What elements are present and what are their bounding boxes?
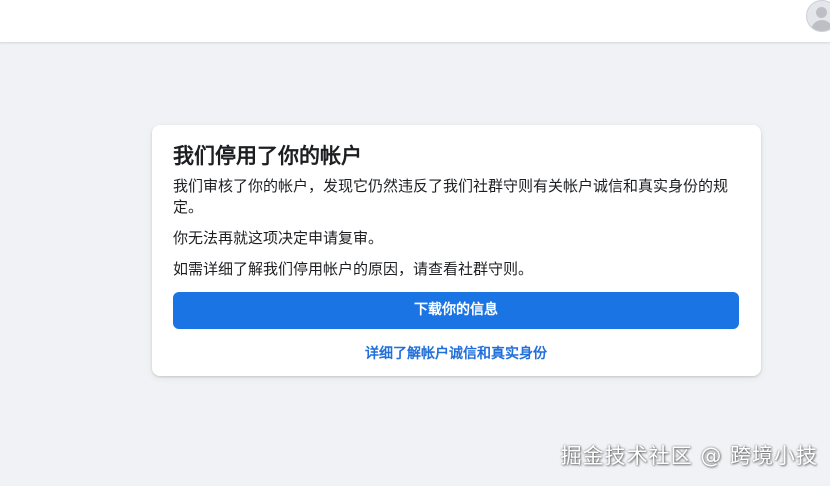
dialog-title: 我们停用了你的帐户 — [173, 144, 362, 168]
account-disabled-dialog: 我们停用了你的帐户 我们审核了你的帐户，发现它仍然违反了我们社群守则有关帐户诚信… — [152, 125, 761, 376]
download-your-information-button[interactable]: 下载你的信息 — [173, 292, 739, 329]
avatar-shoulders-shape — [811, 20, 830, 31]
watermark-text: 掘金技术社区 @ 跨境小技 — [560, 444, 818, 468]
avatar-head-shape — [816, 7, 827, 18]
top-navigation-bar — [0, 0, 830, 43]
dialog-paragraph-community-standards: 如需详细了解我们停用帐户的原因，请查看社群守则。 — [173, 260, 534, 278]
dialog-paragraph-no-appeal: 你无法再就这项决定申请复审。 — [173, 229, 384, 247]
account-avatar-icon[interactable] — [806, 0, 830, 32]
learn-more-link[interactable]: 详细了解帐户诚信和真实身份 — [173, 343, 739, 363]
dialog-paragraph-review: 我们审核了你的帐户，发现它仍然违反了我们社群守则有关帐户诚信和真实身份的规定。 — [173, 177, 729, 216]
